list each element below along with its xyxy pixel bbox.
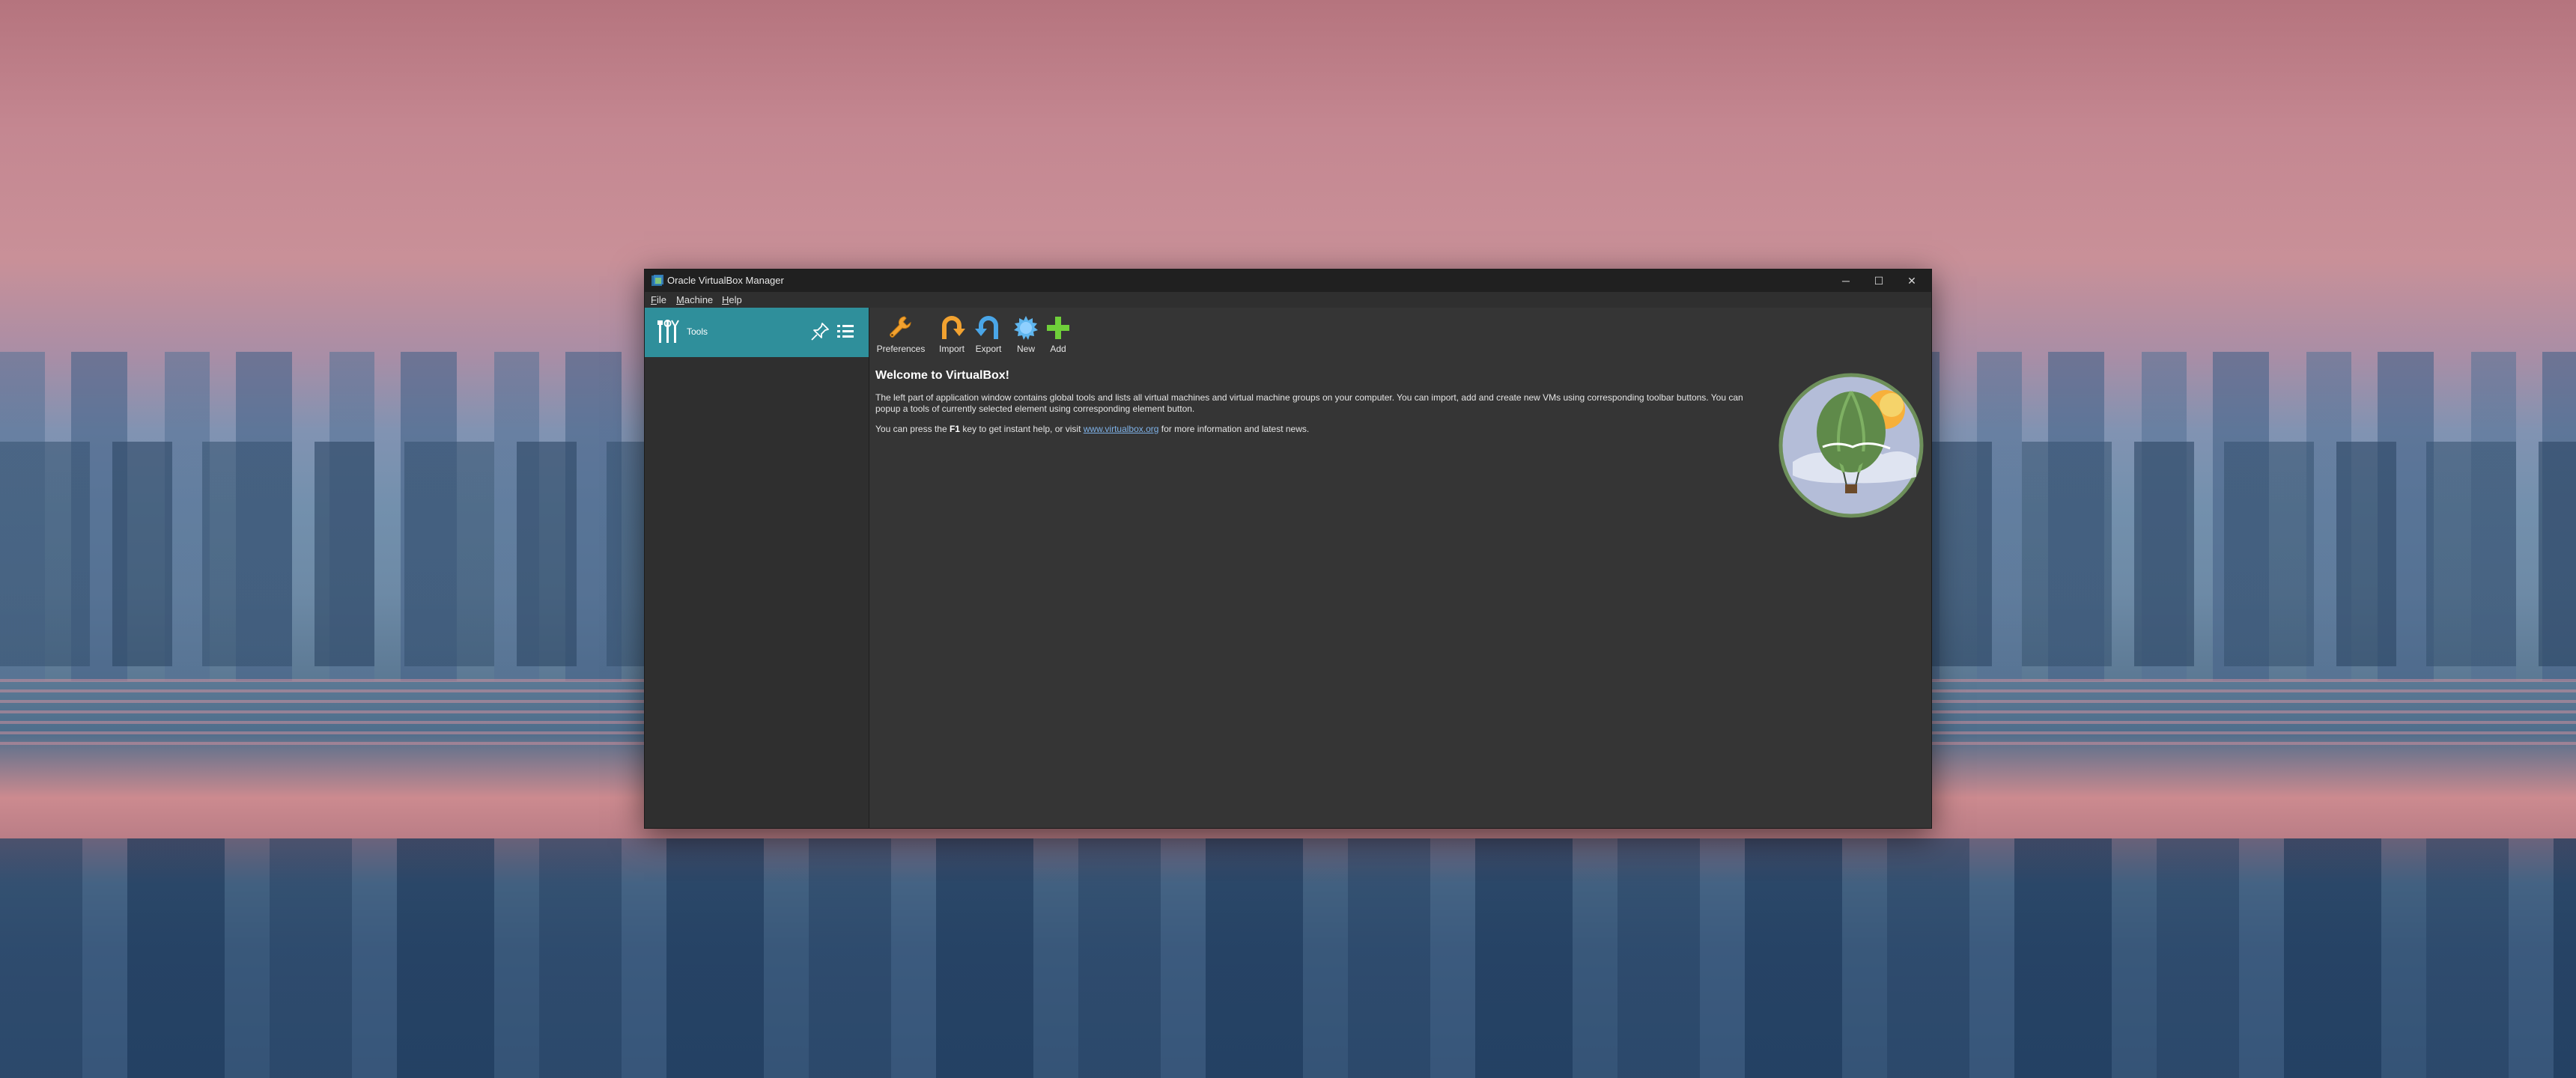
pin-icon[interactable] (809, 321, 830, 342)
help-text-pre: You can press the (875, 424, 950, 434)
menu-help-label: elp (729, 294, 742, 305)
virtualbox-balloon-logo (1778, 373, 1924, 518)
menu-bar: File Machine Help (645, 292, 1931, 308)
menu-help-mnemonic: H (722, 294, 729, 305)
new-vm-button[interactable]: New (1009, 311, 1043, 357)
menu-help[interactable]: Help (722, 294, 742, 305)
preferences-button[interactable]: Preferences (875, 311, 926, 357)
maximize-button[interactable]: ☐ (1862, 270, 1895, 292)
tools-icon (657, 320, 679, 343)
new-gear-icon (1014, 316, 1038, 340)
new-label: New (1016, 344, 1035, 354)
import-arrow-icon (942, 316, 965, 339)
welcome-heading: Welcome to VirtualBox! (875, 369, 1009, 382)
export-label: Export (975, 344, 1002, 354)
export-arrow-icon (975, 316, 998, 339)
import-button[interactable]: Import (933, 311, 970, 357)
minimize-button[interactable]: ─ (1829, 270, 1862, 292)
add-plus-icon (1047, 317, 1069, 339)
tools-pane: Preferences Import Export New Add Welcom… (869, 308, 1931, 828)
machine-sidebar: Tools (645, 308, 869, 828)
sidebar-item-tools[interactable]: Tools (645, 308, 869, 357)
title-bar[interactable]: Oracle VirtualBox Manager ─ ☐ ✕ (645, 270, 1931, 292)
virtualbox-website-link[interactable]: www.virtualbox.org (1084, 424, 1159, 434)
help-text-post: for more information and latest news. (1158, 424, 1310, 434)
window-title: Oracle VirtualBox Manager (667, 275, 784, 286)
help-key: F1 (949, 424, 960, 434)
close-button[interactable]: ✕ (1895, 270, 1928, 292)
menu-machine-label: achine (684, 294, 714, 305)
menu-file[interactable]: File (651, 294, 666, 305)
menu-machine-mnemonic: M (676, 294, 684, 305)
help-text-mid: key to get instant help, or visit (959, 424, 1084, 434)
menu-file-label: ile (656, 294, 666, 305)
virtualbox-app-icon (651, 275, 663, 286)
preferences-label: Preferences (876, 344, 926, 354)
wrench-icon (890, 316, 911, 338)
wallpaper-skyline-near (0, 838, 2576, 1078)
add-vm-button[interactable]: Add (1040, 311, 1076, 357)
help-paragraph: You can press the F1 key to get instant … (875, 424, 1752, 435)
virtualbox-manager-window: Oracle VirtualBox Manager ─ ☐ ✕ File Mac… (644, 269, 1932, 829)
menu-file-mnemonic: F (651, 294, 657, 305)
sidebar-item-tools-label: Tools (687, 326, 708, 337)
export-button[interactable]: Export (969, 311, 1008, 357)
menu-machine[interactable]: Machine (676, 294, 713, 305)
welcome-paragraph: The left part of application window cont… (875, 392, 1743, 414)
import-label: Import (938, 344, 965, 354)
list-menu-icon[interactable] (835, 321, 856, 342)
add-label: Add (1050, 344, 1066, 354)
